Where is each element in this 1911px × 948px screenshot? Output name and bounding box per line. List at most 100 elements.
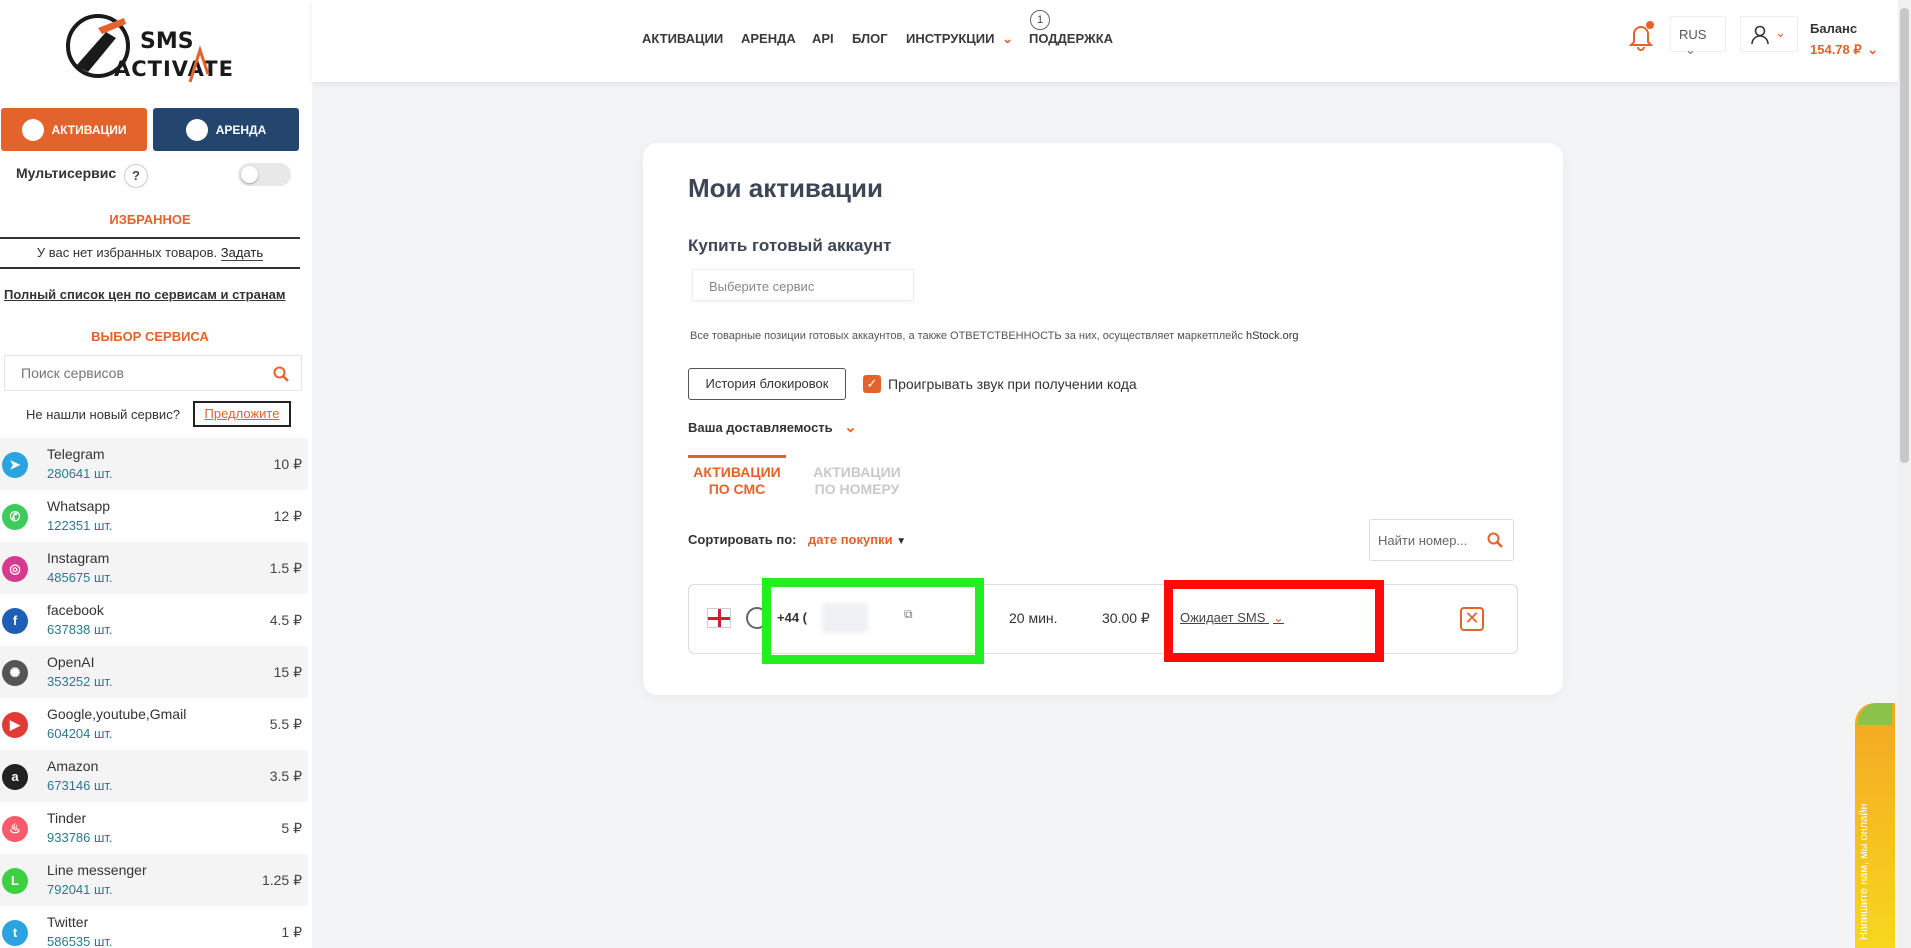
service-name: Line messenger (47, 862, 147, 878)
page-title: Мои активации (688, 173, 883, 203)
cancel-activation-button[interactable]: ✕ (1460, 607, 1484, 631)
scrollbar-thumb[interactable] (1900, 8, 1909, 463)
service-icon: ▶ (2, 712, 28, 738)
activation-time: 20 мин. (1009, 610, 1058, 626)
service-icon: a (2, 764, 28, 790)
service-price: 1 ₽ (281, 924, 302, 940)
sort-label: Сортировать по: (688, 532, 797, 547)
service-price: 5 ₽ (281, 820, 302, 836)
activation-price: 30.00 ₽ (1102, 610, 1150, 626)
deliverability-toggle[interactable]: Ваша доставляемость ⌄ (688, 418, 857, 436)
service-name: Google,youtube,Gmail (47, 706, 187, 722)
tab-sms-activations[interactable]: АКТИВАЦИИ ПО СМС (688, 455, 786, 498)
service-select[interactable]: Выберите сервис (692, 269, 914, 301)
chevron-down-icon: ⌄ (1002, 31, 1013, 46)
service-item[interactable]: ♨ Tinder 933786 шт. 5 ₽ (0, 802, 308, 854)
service-item[interactable]: ✺ OpenAI 353252 шт. 15 ₽ (0, 646, 308, 698)
find-number-placeholder: Найти номер... (1378, 533, 1468, 548)
buy-account-title: Купить готовый аккаунт (688, 236, 892, 255)
header: АКТИВАЦИИ 1 АРЕНДА API БЛОГ ИНСТРУКЦИИ ⌄… (312, 0, 1900, 82)
full-price-list-link[interactable]: Полный список цен по сервисам и странам (4, 287, 286, 302)
not-found-text: Не нашли новый сервис? (26, 407, 180, 422)
help-icon[interactable]: ? (124, 164, 148, 188)
service-name: Tinder (47, 810, 87, 826)
service-item[interactable]: t Twitter 586535 шт. 1 ₽ (0, 906, 308, 948)
nav-blog[interactable]: БЛОГ (852, 31, 888, 46)
balance-amount: 154.78 ₽ (1810, 42, 1862, 57)
service-name: Amazon (47, 758, 99, 774)
service-search (4, 355, 302, 391)
favorites-title: ИЗБРАННОЕ (109, 212, 191, 227)
service-search-input[interactable] (5, 356, 255, 390)
service-name: Telegram (47, 446, 105, 462)
service-count: 604204 шт. (47, 726, 113, 741)
nav-rent[interactable]: АРЕНДА (741, 31, 796, 46)
service-count: 353252 шт. (47, 674, 113, 689)
service-price: 4.5 ₽ (269, 612, 302, 628)
chevron-down-icon: ⌄ (1775, 25, 1786, 40)
service-item[interactable]: L Line messenger 792041 шт. 1.25 ₽ (0, 854, 308, 906)
service-count: 485675 шт. (47, 570, 113, 585)
nav-instructions-label: ИНСТРУКЦИИ (906, 31, 995, 46)
sidebar-tab-rent-label: АРЕНДА (215, 122, 267, 137)
language-value: RUS (1679, 27, 1707, 42)
activations-badge: 1 (1030, 10, 1050, 30)
service-name: Instagram (47, 550, 110, 566)
search-icon[interactable] (1487, 532, 1503, 548)
service-item[interactable]: ◎ Instagram 485675 шт. 1.5 ₽ (0, 542, 308, 594)
service-count: 280641 шт. (47, 466, 113, 481)
nav-api[interactable]: API (812, 31, 834, 46)
balance-value[interactable]: 154.78 ₽ ⌄ (1810, 42, 1878, 58)
service-item[interactable]: ✆ Whatsapp 122351 шт. 12 ₽ (0, 490, 308, 542)
language-select[interactable]: RUS ⌄ (1670, 16, 1726, 57)
service-count: 792041 шт. (47, 882, 113, 897)
multiservice-label: Мультисервис (16, 165, 117, 181)
tab-number-line1: АКТИВАЦИИ (813, 464, 901, 480)
marketplace-note-text: Все товарные позиции готовых аккаунтов, … (690, 330, 1243, 342)
nav-support[interactable]: ПОДДЕРЖКА (1029, 31, 1113, 46)
sidebar-tab-rent[interactable]: АРЕНДА (153, 108, 299, 151)
service-name: Twitter (47, 914, 89, 930)
service-name: Whatsapp (47, 498, 111, 514)
user-menu[interactable]: ⌄ (1740, 16, 1798, 52)
service-item[interactable]: ➤ Telegram 280641 шт. 10 ₽ (0, 438, 308, 490)
play-sound-label: Проигрывать звук при получении кода (888, 376, 1137, 392)
notification-dot (1646, 21, 1654, 29)
hstock-link[interactable]: hStock.org (1246, 330, 1299, 342)
block-history-button[interactable]: История блокировок (688, 368, 846, 400)
service-count: 586535 шт. (47, 934, 113, 948)
marketplace-note: Все товарные позиции готовых аккаунтов, … (690, 330, 1299, 342)
find-number-input[interactable]: Найти номер... (1369, 519, 1514, 561)
service-item[interactable]: a Amazon 673146 шт. 3.5 ₽ (0, 750, 308, 802)
service-price: 12 ₽ (273, 508, 302, 524)
tab-number-activations[interactable]: АКТИВАЦИИ ПО НОМЕРУ (805, 458, 909, 498)
uk-flag-icon (707, 608, 731, 628)
nav-activations[interactable]: АКТИВАЦИИ (642, 31, 723, 46)
sidebar-tab-activations[interactable]: АКТИВАЦИИ (1, 108, 147, 151)
service-icon: f (2, 608, 28, 634)
nav-instructions[interactable]: ИНСТРУКЦИИ ⌄ (906, 31, 1013, 47)
caret-down-icon: ▼ (896, 536, 907, 547)
service-price: 1.5 ₽ (269, 560, 302, 576)
sort-select[interactable]: дате покупки ▼ (808, 532, 906, 547)
logo[interactable]: SMS ACTIVATE (62, 10, 242, 86)
chevron-down-icon: ⌄ (1867, 42, 1879, 57)
tab-sms-line1: АКТИВАЦИИ (693, 464, 781, 480)
service-price: 10 ₽ (273, 456, 302, 472)
favorites-set-link[interactable]: Задать (220, 245, 264, 261)
service-count: 933786 шт. (47, 830, 113, 845)
highlight-box-green (762, 578, 984, 664)
search-icon[interactable] (273, 366, 289, 382)
play-sound-checkbox[interactable]: ✓ (863, 375, 881, 393)
service-price: 3.5 ₽ (269, 768, 302, 784)
service-count: 122351 шт. (47, 518, 113, 533)
service-icon: ✺ (2, 660, 28, 686)
suggest-link[interactable]: Предложите (193, 401, 291, 427)
service-item[interactable]: f facebook 637838 шт. 4.5 ₽ (0, 594, 308, 646)
user-icon (1751, 25, 1769, 45)
favorites-empty: У вас нет избранных товаров. Задать (0, 245, 300, 261)
service-item[interactable]: ▶ Google,youtube,Gmail 604204 шт. 5.5 ₽ (0, 698, 308, 750)
divider (0, 267, 300, 269)
service-count: 673146 шт. (47, 778, 113, 793)
multiservice-toggle[interactable] (238, 163, 291, 186)
